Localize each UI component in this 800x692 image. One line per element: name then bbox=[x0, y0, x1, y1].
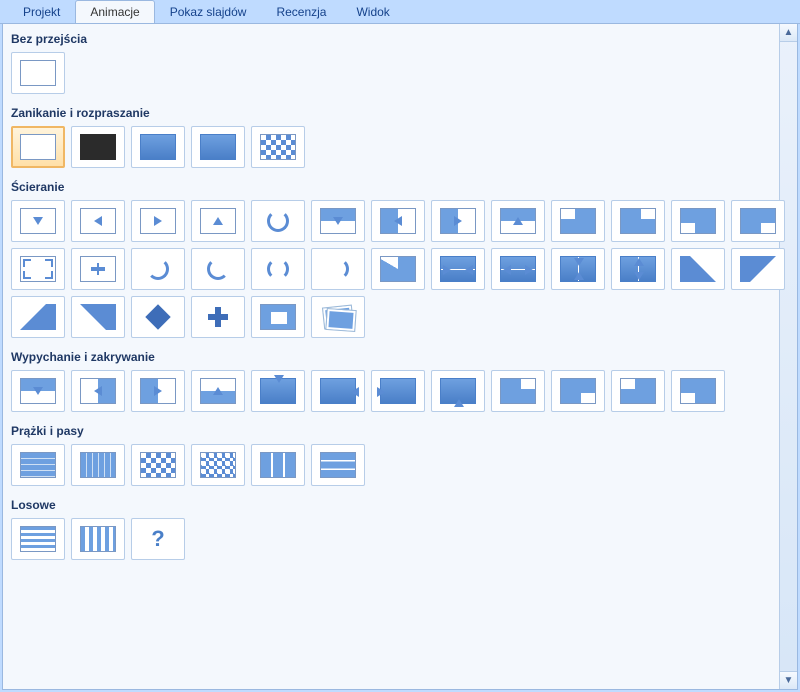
transition-no-transition[interactable] bbox=[11, 52, 65, 94]
section-items-wipe bbox=[9, 197, 791, 346]
transition-wipe-up[interactable] bbox=[191, 200, 245, 242]
scroll-up-icon[interactable]: ▲ bbox=[780, 24, 797, 42]
transition-split-horizontal-out[interactable] bbox=[491, 248, 545, 290]
transition-checkerboard-down[interactable] bbox=[191, 444, 245, 486]
transition-uncover-right-up[interactable] bbox=[731, 200, 785, 242]
transition-wheel-3-spoke[interactable] bbox=[251, 248, 305, 290]
transition-strips-left-down[interactable] bbox=[671, 248, 725, 290]
transition-wipe-box-right[interactable] bbox=[431, 200, 485, 242]
scroll-track[interactable] bbox=[780, 42, 797, 671]
tab-widok[interactable]: Widok bbox=[341, 0, 404, 23]
transition-random-bars-vertical[interactable] bbox=[71, 518, 125, 560]
scroll-down-icon[interactable]: ▼ bbox=[780, 671, 797, 689]
ribbon-tabs: Projekt Animacje Pokaz slajdów Recenzja … bbox=[0, 0, 800, 24]
transition-push-down[interactable] bbox=[11, 370, 65, 412]
section-items-stripes bbox=[9, 441, 791, 494]
tab-recenzja[interactable]: Recenzja bbox=[261, 0, 341, 23]
transition-fade-through-black[interactable] bbox=[11, 126, 65, 168]
transition-cut-through-black[interactable] bbox=[71, 126, 125, 168]
transition-wipe-box-up[interactable] bbox=[491, 200, 545, 242]
transition-cover-left-up[interactable] bbox=[551, 370, 605, 412]
transition-newsflash[interactable] bbox=[311, 296, 365, 338]
transition-strips-right-down[interactable] bbox=[11, 296, 65, 338]
transition-wheel-8-spoke[interactable] bbox=[371, 248, 425, 290]
transition-random-bars-horizontal[interactable] bbox=[11, 518, 65, 560]
transition-dissolve[interactable] bbox=[251, 126, 305, 168]
transition-wheel-4-spoke[interactable] bbox=[311, 248, 365, 290]
transition-shape-circle[interactable] bbox=[251, 296, 305, 338]
transition-gallery: Bez przejścia Zanikanie i rozpraszanie Ś… bbox=[3, 24, 797, 689]
transition-uncover-right-down[interactable] bbox=[611, 200, 665, 242]
transition-cover-left-down[interactable] bbox=[491, 370, 545, 412]
transition-split-vertical-in[interactable] bbox=[551, 248, 605, 290]
transition-push-left[interactable] bbox=[71, 370, 125, 412]
transition-cover-right-up[interactable] bbox=[671, 370, 725, 412]
transition-wheel-2-spoke[interactable] bbox=[191, 248, 245, 290]
transition-wipe-left[interactable] bbox=[71, 200, 125, 242]
section-items-fade bbox=[9, 123, 791, 176]
section-header-wipe: Ścieranie bbox=[9, 176, 791, 197]
transition-wheel-1-spoke[interactable] bbox=[251, 200, 305, 242]
section-items-none bbox=[9, 49, 791, 102]
transition-push-right[interactable] bbox=[131, 370, 185, 412]
transition-wipe-right[interactable] bbox=[131, 200, 185, 242]
transition-uncover-left-up[interactable] bbox=[671, 200, 725, 242]
section-header-fade: Zanikanie i rozpraszanie bbox=[9, 102, 791, 123]
transition-wheel-cw[interactable] bbox=[131, 248, 185, 290]
tab-pokaz-slajdow[interactable]: Pokaz slajdów bbox=[155, 0, 262, 23]
gallery-scrollbar[interactable]: ▲ ▼ bbox=[779, 24, 797, 689]
transition-strips-right-up[interactable] bbox=[71, 296, 125, 338]
transition-strips-left-up[interactable] bbox=[731, 248, 785, 290]
transition-blinds-horizontal[interactable] bbox=[11, 444, 65, 486]
transition-blinds-vertical[interactable] bbox=[71, 444, 125, 486]
transition-fade-smoothly[interactable] bbox=[131, 126, 185, 168]
transition-split-vertical-out[interactable] bbox=[611, 248, 665, 290]
transition-comb-horizontal[interactable] bbox=[251, 444, 305, 486]
transition-fade-stack[interactable] bbox=[191, 126, 245, 168]
transition-wipe-down[interactable] bbox=[11, 200, 65, 242]
section-items-random: ? bbox=[9, 515, 791, 568]
transition-shape-plus[interactable] bbox=[191, 296, 245, 338]
section-header-none: Bez przejścia bbox=[9, 28, 791, 49]
transition-comb-vertical[interactable] bbox=[311, 444, 365, 486]
transition-box-in[interactable] bbox=[11, 248, 65, 290]
tab-animacje[interactable]: Animacje bbox=[75, 0, 154, 23]
section-items-push bbox=[9, 367, 791, 420]
transition-cover-right[interactable] bbox=[371, 370, 425, 412]
transition-wipe-box-down[interactable] bbox=[311, 200, 365, 242]
transition-box-out[interactable] bbox=[71, 248, 125, 290]
tab-projekt[interactable]: Projekt bbox=[8, 0, 75, 23]
transition-push-up[interactable] bbox=[191, 370, 245, 412]
section-header-stripes: Prążki i pasy bbox=[9, 420, 791, 441]
transition-split-horizontal-in[interactable] bbox=[431, 248, 485, 290]
transition-wipe-box-left[interactable] bbox=[371, 200, 425, 242]
transition-checkerboard-across[interactable] bbox=[131, 444, 185, 486]
section-header-random: Losowe bbox=[9, 494, 791, 515]
section-header-push: Wypychanie i zakrywanie bbox=[9, 346, 791, 367]
transition-cover-right-down[interactable] bbox=[611, 370, 665, 412]
transition-cover-up[interactable] bbox=[431, 370, 485, 412]
transition-random-transition[interactable]: ? bbox=[131, 518, 185, 560]
transition-cover-left[interactable] bbox=[311, 370, 365, 412]
transition-uncover-left-down[interactable] bbox=[551, 200, 605, 242]
question-mark-icon: ? bbox=[151, 526, 164, 552]
transition-shape-diamond[interactable] bbox=[131, 296, 185, 338]
transition-cover-down[interactable] bbox=[251, 370, 305, 412]
